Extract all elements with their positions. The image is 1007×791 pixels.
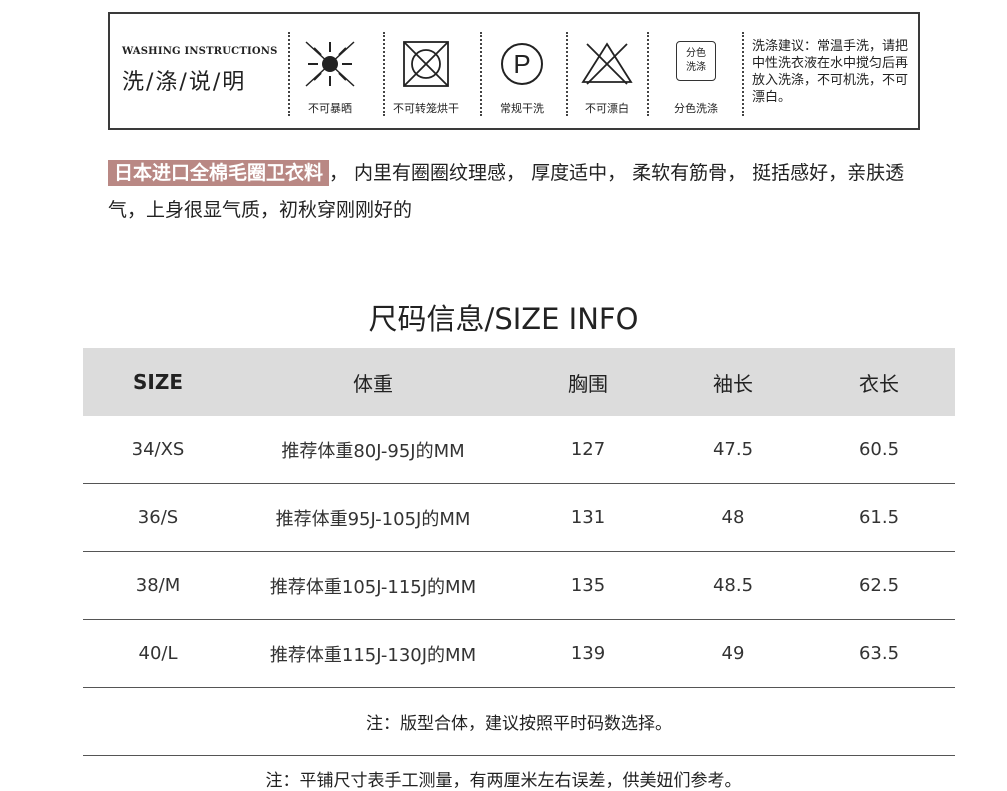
- divider: [383, 32, 385, 116]
- header-sleeve: 袖长: [663, 348, 803, 416]
- header-size: SIZE: [83, 348, 233, 416]
- table-row: 38/M 推荐体重105J-115J的MM 135 48.5 62.5: [83, 551, 955, 620]
- note-row: 注：版型合体，建议按照平时码数选择。: [83, 687, 955, 756]
- washing-title-cn: 洗/涤/说/明: [122, 70, 247, 95]
- cell-size: 34/XS: [83, 416, 233, 484]
- dry-clean-p-icon: P: [501, 43, 543, 85]
- cell-weight: 推荐体重80J-95J的MM: [233, 416, 513, 484]
- header-weight: 体重: [233, 348, 513, 416]
- no-bleach-symbol: 不可漂白: [567, 38, 647, 124]
- tumble-dry-crossed-icon: [403, 41, 449, 87]
- cell-length: 61.5: [803, 483, 955, 552]
- symbol-label: 不可转笼烘干: [393, 102, 459, 115]
- cell-sleeve: 49: [663, 619, 803, 688]
- fit-note: 注：版型合体，建议按照平时码数选择。: [83, 687, 955, 756]
- svg-text:P: P: [513, 49, 530, 79]
- cell-weight: 推荐体重95J-105J的MM: [233, 483, 513, 552]
- table-row: 36/S 推荐体重95J-105J的MM 131 48 61.5: [83, 483, 955, 552]
- header-length: 衣长: [803, 348, 955, 416]
- cell-weight: 推荐体重105J-115J的MM: [233, 551, 513, 620]
- separate-wash-symbol: 分色 洗涤 分色洗涤: [656, 38, 736, 124]
- measurement-note: 注：平铺尺寸表手工测量，有两厘米左右误差，供美妞们参考。: [265, 771, 742, 791]
- size-table: SIZE 体重 胸围 袖长 衣长 34/XS 推荐体重80J-95J的MM 12…: [83, 348, 955, 756]
- separate-wash-icon: 分色 洗涤: [676, 41, 716, 81]
- table-row: 40/L 推荐体重115J-130J的MM 139 49 63.5: [83, 619, 955, 688]
- symbol-label: 常规干洗: [500, 102, 544, 115]
- washing-instructions-panel: WASHING INSTRUCTIONS 洗/涤/说/明 不可暴晒 不可转笼烘干…: [108, 12, 920, 130]
- cell-length: 63.5: [803, 619, 955, 688]
- cell-sleeve: 48: [663, 483, 803, 552]
- washing-advice: 洗涤建议：常温手洗，请把中性洗衣液在水中搅匀后再放入洗涤，不可机洗，不可漂白。: [752, 39, 909, 105]
- symbol-label: 不可漂白: [585, 102, 629, 115]
- dry-clean-symbol: P 常规干洗: [482, 38, 562, 124]
- cell-sleeve: 48.5: [663, 551, 803, 620]
- cell-size: 40/L: [83, 619, 233, 688]
- divider: [647, 32, 649, 116]
- header-bust: 胸围: [513, 348, 663, 416]
- table-row: 34/XS 推荐体重80J-95J的MM 127 47.5 60.5: [83, 416, 955, 484]
- sun-crossed-icon: [305, 41, 355, 87]
- divider: [742, 32, 744, 116]
- table-header-row: SIZE 体重 胸围 袖长 衣长: [83, 348, 955, 416]
- cell-bust: 139: [513, 619, 663, 688]
- symbol-label: 不可暴晒: [308, 102, 352, 115]
- cell-length: 60.5: [803, 416, 955, 484]
- cell-size: 38/M: [83, 551, 233, 620]
- cell-bust: 131: [513, 483, 663, 552]
- no-sun-symbol: 不可暴晒: [290, 38, 370, 124]
- size-info-heading: 尺码信息/SIZE INFO: [368, 302, 639, 336]
- product-description: 日本进口全棉毛圈卫衣料， 内里有圈圈纹理感， 厚度适中， 柔软有筋骨， 挺括感好…: [108, 155, 928, 229]
- cell-bust: 135: [513, 551, 663, 620]
- symbol-label: 分色洗涤: [674, 102, 718, 115]
- washing-title-en: WASHING INSTRUCTIONS: [122, 46, 278, 57]
- cell-size: 36/S: [83, 483, 233, 552]
- cell-bust: 127: [513, 416, 663, 484]
- bleach-crossed-icon: [581, 42, 633, 85]
- cell-weight: 推荐体重115J-130J的MM: [233, 619, 513, 688]
- cell-length: 62.5: [803, 551, 955, 620]
- cell-sleeve: 47.5: [663, 416, 803, 484]
- fabric-highlight: 日本进口全棉毛圈卫衣料: [108, 160, 330, 186]
- no-tumble-dry-symbol: 不可转笼烘干: [386, 38, 466, 124]
